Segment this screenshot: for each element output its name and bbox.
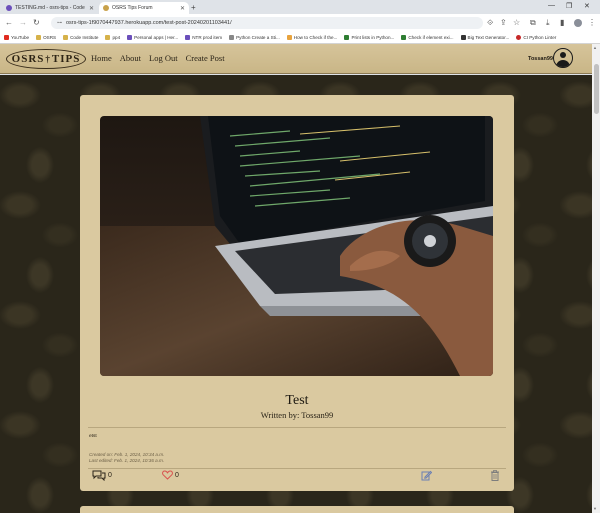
youtube-icon (4, 35, 9, 40)
bookmark-item[interactable]: CI Python Linter (516, 35, 556, 40)
post-card: Test Written by: Tossan99 etst Created o… (80, 95, 514, 491)
site-info-icon[interactable]: ⊶ (57, 20, 62, 26)
post-dates: Created on: Feb. 1, 2024, 10:34 a.m. Las… (89, 452, 164, 465)
extensions-icon[interactable]: ⧉ (530, 18, 536, 28)
tab-favicon-icon (103, 5, 109, 11)
user-avatar-icon[interactable] (553, 48, 573, 68)
new-tab-icon[interactable]: + (191, 3, 196, 12)
bookmark-item[interactable]: OSRS (36, 35, 56, 40)
share-icon[interactable]: ⇪ (500, 18, 507, 27)
folder-icon (36, 35, 42, 40)
site-logo[interactable]: OSRS † TIPS (6, 49, 86, 69)
nav-home-link[interactable]: Home (91, 53, 112, 63)
username-label: Tossan99 (528, 56, 553, 62)
scroll-down-icon[interactable]: ▼ (593, 506, 597, 511)
bookmark-item[interactable]: Big Text Generator... (460, 35, 509, 40)
bookmark-item[interactable]: Personal apps | Her... (127, 35, 178, 40)
scroll-up-icon[interactable]: ▲ (593, 45, 597, 50)
close-icon[interactable]: ✕ (89, 5, 94, 12)
comments-button[interactable]: 0 (92, 470, 112, 481)
bookmark-item[interactable]: Print lists in Python... (344, 35, 394, 40)
nav-about-link[interactable]: About (120, 53, 141, 63)
post-image (100, 116, 493, 376)
bookmark-item[interactable]: Check if element exi... (401, 35, 454, 40)
comment-count: 0 (108, 472, 112, 479)
bookmark-item[interactable]: pp4 (105, 35, 120, 40)
edit-post-button[interactable] (421, 470, 432, 481)
edit-icon (421, 470, 432, 481)
address-url: osrs-tips-1f9070447937.herokuapp.com/tes… (66, 20, 232, 26)
back-icon[interactable]: ← (5, 18, 13, 27)
page-icon (286, 35, 292, 40)
bookmark-item[interactable]: NTR prod item (185, 35, 222, 40)
divider (88, 468, 506, 469)
forward-icon[interactable]: → (19, 18, 27, 27)
folder-icon (105, 35, 111, 40)
page-icon (127, 35, 133, 40)
post-body: etst (89, 434, 97, 439)
page-icon (516, 35, 522, 40)
close-icon[interactable]: ✕ (180, 5, 185, 12)
nav-links: Home About Log Out Create Post (91, 53, 225, 63)
download-icon[interactable]: ⤓ (546, 18, 550, 28)
browser-tab-label: OSRS Tips Forum (112, 5, 153, 11)
delete-post-button[interactable] (490, 470, 500, 481)
tab-favicon-icon (6, 5, 12, 11)
page-icon (401, 35, 407, 40)
reload-icon[interactable]: ↻ (33, 18, 40, 27)
trash-icon (491, 470, 499, 481)
side-panel-icon[interactable]: ▮ (560, 18, 564, 27)
like-button[interactable]: 0 (162, 470, 179, 480)
like-count: 0 (175, 471, 179, 479)
comments-icon (92, 470, 106, 481)
bookmarks-bar: YouTube OSRS Code Institute pp4 Personal… (0, 32, 600, 44)
post-edited-date: Last edited: Feb. 1, 2024, 10:36 a.m. (89, 458, 165, 464)
maximize-icon[interactable]: ❐ (566, 2, 572, 10)
heart-icon (162, 470, 173, 480)
bookmark-item[interactable]: Code Institute (63, 35, 98, 40)
folder-icon (63, 35, 69, 40)
post-actions: 0 0 (80, 470, 514, 484)
translate-icon[interactable]: ⟐ (487, 18, 493, 28)
menu-icon[interactable]: ⋮ (588, 18, 596, 27)
page-scrollbar[interactable]: ▲ ▼ (592, 44, 600, 513)
site-navbar: OSRS † TIPS Home About Log Out Create Po… (0, 44, 592, 74)
post-author: Written by: Tossan99 (260, 410, 334, 420)
browser-tab-testing[interactable]: TESTING.md - osrs-tips - Code ✕ (2, 2, 98, 14)
bookmark-item[interactable]: How to Check if the... (286, 35, 337, 40)
nav-create-post-link[interactable]: Create Post (186, 53, 225, 63)
page-icon (229, 35, 235, 40)
browser-toolbar: ← → ↻ ⊶ osrs-tips-1f9070447937.herokuapp… (0, 14, 600, 32)
divider (88, 427, 506, 428)
browser-tab-strip: TESTING.md - osrs-tips - Code ✕ OSRS Tip… (0, 0, 600, 14)
page-icon (185, 35, 191, 40)
profile-icon[interactable] (574, 19, 582, 27)
browser-tab-forum[interactable]: OSRS Tips Forum ✕ (99, 2, 189, 14)
scrollbar-thumb[interactable] (593, 64, 599, 114)
bookmark-star-icon[interactable]: ☆ (513, 18, 520, 27)
sword-icon: † (45, 54, 51, 64)
bookmark-item[interactable]: Python Create a Sti... (229, 35, 280, 40)
post-title: Test (285, 393, 309, 408)
address-bar[interactable]: ⊶ osrs-tips-1f9070447937.herokuapp.com/t… (51, 17, 483, 29)
page-icon (344, 35, 350, 40)
browser-tab-label: TESTING.md - osrs-tips - Code (15, 5, 85, 11)
minimize-icon[interactable]: — (548, 2, 555, 9)
page-icon (460, 35, 466, 40)
window-close-icon[interactable]: ✕ (584, 2, 590, 10)
next-post-card (80, 506, 514, 513)
bookmark-item[interactable]: YouTube (4, 35, 29, 40)
nav-logout-link[interactable]: Log Out (149, 53, 178, 63)
